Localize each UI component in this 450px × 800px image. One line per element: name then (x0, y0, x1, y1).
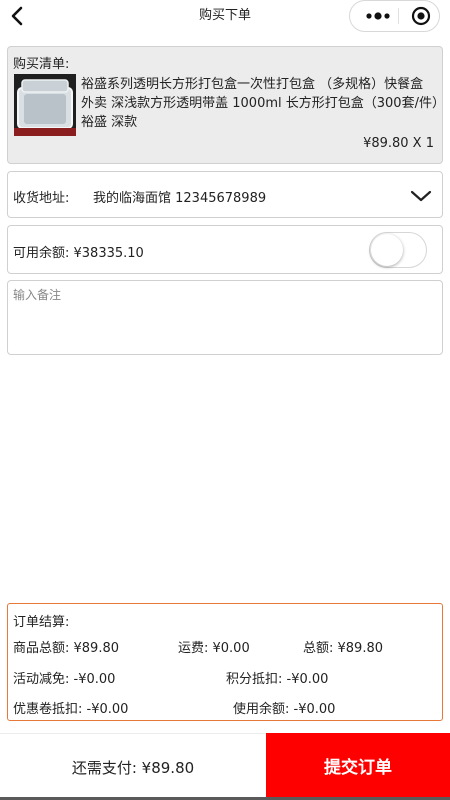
more-button[interactable] (358, 1, 398, 31)
promotion-discount: 活动减免: -¥0.00 (13, 672, 116, 687)
miniprogram-capsule (349, 0, 440, 32)
address-value: 我的临海面馆 12345678989 (93, 191, 267, 206)
summary-title: 订单结算: (13, 615, 70, 630)
address-label: 收货地址: (13, 191, 70, 206)
checkout-bar: 还需支付: ¥89.80 提交订单 (0, 733, 450, 800)
order-total: 总额: ¥89.80 (303, 641, 383, 656)
purchase-list-card: 购买清单: 裕盛系列透明长方形打包盒一次性打包盒 （多规格）快餐盒 外卖 深浅款… (7, 46, 443, 164)
points-deduction: 积分抵扣: -¥0.00 (226, 672, 329, 687)
amount-due: 还需支付: ¥89.80 (71, 759, 195, 777)
balance-row: 可用余额: ¥38335.10 (7, 225, 443, 274)
food-container-image (14, 74, 76, 136)
balance-used: 使用余额: -¥0.00 (233, 702, 336, 717)
order-note-input[interactable] (8, 281, 442, 354)
more-dots-icon (366, 12, 390, 20)
coupon-deduction: 优惠卷抵扣: -¥0.00 (13, 702, 129, 717)
product-image (14, 74, 76, 136)
order-summary: 订单结算: 商品总额: ¥89.80 运费: ¥0.00 总额: ¥89.80 … (7, 603, 443, 721)
navigation-bar: 购买下单 (0, 0, 450, 32)
chevron-down-icon (410, 190, 432, 202)
address-dropdown-button[interactable] (408, 184, 434, 208)
goods-total: 商品总额: ¥89.80 (13, 641, 119, 656)
submit-order-button[interactable]: 提交订单 (266, 733, 450, 797)
note-box (7, 280, 443, 355)
target-close-icon (411, 6, 431, 26)
product-name: 裕盛系列透明长方形打包盒一次性打包盒 （多规格）快餐盒 外卖 深浅款方形透明带盖… (81, 77, 439, 130)
toggle-knob (371, 234, 403, 266)
amount-due-area: 还需支付: ¥89.80 (0, 733, 266, 797)
shipping-address-row[interactable]: 收货地址: 我的临海面馆 12345678989 (7, 171, 443, 218)
capsule-divider (398, 8, 399, 24)
shipping-fee: 运费: ¥0.00 (178, 641, 250, 656)
close-miniprogram-button[interactable] (406, 1, 436, 31)
use-balance-toggle[interactable] (369, 232, 427, 268)
product-price-quantity: ¥89.80 X 1 (363, 136, 434, 151)
purchase-list-label: 购买清单: (13, 57, 70, 72)
available-balance: 可用余额: ¥38335.10 (13, 246, 144, 261)
